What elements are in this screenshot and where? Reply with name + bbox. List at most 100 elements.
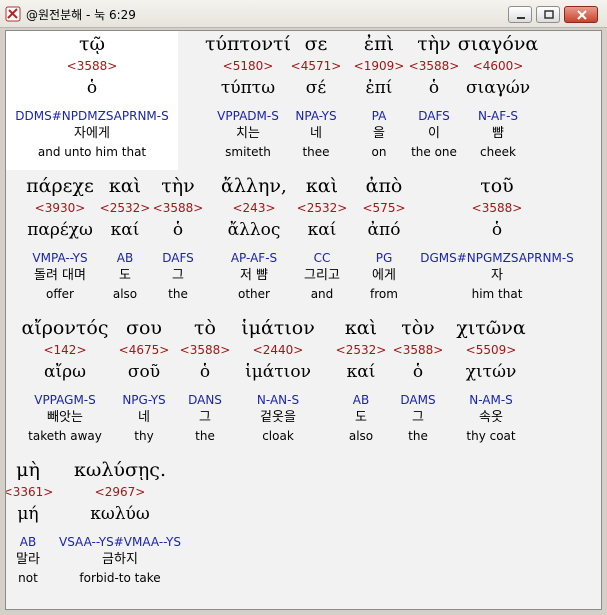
greek-word: σε bbox=[304, 33, 328, 55]
korean-gloss: 도 bbox=[119, 268, 131, 283]
english-gloss: thy bbox=[134, 429, 154, 443]
word-block[interactable]: κωλύσῃς. <2967> κωλύω VSAA--YS#VMAA--YS 금하지 f… bbox=[59, 457, 181, 587]
english-gloss: not bbox=[18, 571, 38, 585]
greek-word: τύπτοντί bbox=[204, 33, 292, 55]
lemma-word: κωλύω bbox=[90, 504, 150, 524]
parse-code: N-AF-S bbox=[477, 109, 519, 123]
parse-code: DDMS#NPDMZSAPRNM-S bbox=[15, 109, 169, 123]
lemma-word: ὁ bbox=[412, 362, 424, 382]
english-gloss: also bbox=[348, 429, 374, 443]
lemma-word: σέ bbox=[305, 78, 327, 98]
word-block[interactable]: τὸν <3588> ὁ DAMS 그 the bbox=[393, 315, 444, 445]
word-block[interactable]: τὴν <3588> ὁ DAFS 그 the bbox=[153, 173, 204, 303]
lemma-word: ὁ bbox=[199, 362, 211, 382]
word-block[interactable]: καὶ <2532> καί AB 도 also bbox=[100, 173, 151, 303]
word-block[interactable]: τοῦ <3588> ὁ DGMS#NPGMZSAPRNM-S 자 him that bbox=[420, 173, 574, 303]
english-gloss: offer bbox=[46, 287, 74, 301]
lemma-word: καί bbox=[110, 220, 140, 240]
parse-code: AB bbox=[19, 535, 37, 549]
strong-number: <4571> bbox=[290, 59, 342, 73]
word-block[interactable]: χιτῶνα <5509> χιτών N-AM-S 속옷 thy coat bbox=[456, 315, 525, 445]
english-gloss: from bbox=[370, 287, 398, 301]
korean-gloss: 에게 bbox=[372, 268, 396, 283]
parse-code: PA bbox=[371, 109, 387, 123]
word-block[interactable]: πάρεχε <3930> παρέχω VMPA--YS 돌려 대며 offer bbox=[26, 173, 94, 303]
parse-code: VPPAGM-S bbox=[34, 393, 96, 407]
korean-gloss: 자에게 bbox=[74, 126, 110, 141]
lemma-word: σοῦ bbox=[127, 362, 161, 382]
english-gloss: the one bbox=[411, 145, 457, 159]
word-block[interactable]: τὴν <3588> ὁ DAFS 이 the one bbox=[409, 31, 460, 161]
greek-word: κωλύσῃς. bbox=[73, 459, 166, 481]
word-block[interactable]: καὶ <2532> καί AB 도 also bbox=[336, 315, 387, 445]
parse-code: VSAA--YS#VMAA--YS bbox=[58, 535, 182, 549]
strong-number: <1909> bbox=[353, 59, 405, 73]
maximize-button[interactable] bbox=[536, 6, 560, 23]
strong-number: <4675> bbox=[118, 343, 170, 357]
close-button[interactable] bbox=[564, 6, 598, 23]
word-block[interactable]: ἐπὶ <1909> ἐπί PA 을 on bbox=[354, 31, 405, 161]
word-block[interactable]: ἀπὸ <575> ἀπό PG 에게 from bbox=[362, 173, 405, 303]
greek-word: καὶ bbox=[305, 175, 339, 197]
word-block[interactable]: μὴ <3361> μή AB 말라 not bbox=[6, 457, 53, 587]
korean-gloss: 네 bbox=[310, 126, 322, 141]
lemma-word: καί bbox=[346, 362, 376, 382]
word-block[interactable]: αἴροντός <142> αἴρω VPPAGM-S 빼앗는 taketh away bbox=[21, 315, 108, 445]
lemma-word: ὁ bbox=[172, 220, 184, 240]
english-gloss: smiteth bbox=[225, 145, 271, 159]
lemma-word: τύπτω bbox=[220, 78, 276, 98]
strong-number: <5509> bbox=[465, 343, 517, 357]
maximize-icon bbox=[544, 10, 554, 19]
english-gloss: the bbox=[195, 429, 215, 443]
strong-number: <243> bbox=[232, 201, 276, 215]
greek-word: πάρεχε bbox=[26, 175, 94, 197]
lemma-word: παρέχω bbox=[27, 220, 93, 240]
lemma-word: αἴρω bbox=[43, 362, 86, 382]
strong-number: <4600> bbox=[472, 59, 524, 73]
korean-gloss: 도 bbox=[355, 410, 367, 425]
strong-number: <2532> bbox=[335, 343, 387, 357]
title-bar[interactable]: @원전분해 - 눅 6:29 bbox=[0, 0, 607, 28]
english-gloss: on bbox=[371, 145, 387, 159]
greek-word: ἐπὶ bbox=[363, 33, 395, 55]
lemma-word: ἐπί bbox=[365, 78, 393, 98]
greek-word: τῷ bbox=[78, 33, 105, 55]
english-gloss: also bbox=[112, 287, 138, 301]
parse-code: AP-AF-S bbox=[230, 251, 278, 265]
english-gloss: him that bbox=[471, 287, 523, 301]
app-logo-icon bbox=[5, 6, 21, 22]
interlinear-panel[interactable]: τῷ <3588> ὁ DDMS#NPDMZSAPRNM-S 자에게 and unto h… bbox=[5, 30, 602, 610]
word-block[interactable]: σε <4571> σέ NPA-YS 네 thee bbox=[291, 31, 342, 161]
korean-gloss: 치는 bbox=[236, 126, 260, 141]
word-block[interactable]: τῷ <3588> ὁ DDMS#NPDMZSAPRNM-S 자에게 and unto h… bbox=[15, 31, 168, 161]
english-gloss: thy coat bbox=[466, 429, 516, 443]
strong-number: <3588> bbox=[179, 343, 231, 357]
greek-word: ἄλλην, bbox=[221, 175, 287, 197]
parse-code: VMPA--YS bbox=[32, 251, 88, 265]
word-block[interactable]: καὶ <2532> καί CC 그리고 and bbox=[297, 173, 348, 303]
english-gloss: taketh away bbox=[28, 429, 102, 443]
korean-gloss: 네 bbox=[138, 410, 150, 425]
english-gloss: and bbox=[310, 287, 334, 301]
word-block[interactable]: σιαγόνα <4600> σιαγών N-AF-S 뺨 cheek bbox=[458, 31, 538, 161]
word-block[interactable]: τύπτοντί <5180> τύπτω VPPADM-S 치는 smiteth bbox=[205, 31, 291, 161]
lemma-word: σιαγών bbox=[465, 78, 531, 98]
word-block[interactable]: σου <4675> σοῦ NPG-YS 네 thy bbox=[119, 315, 170, 445]
parse-code: N-AM-S bbox=[469, 393, 513, 407]
strong-number: <3588> bbox=[66, 59, 118, 73]
parse-code: CC bbox=[313, 251, 331, 265]
english-gloss: the bbox=[168, 287, 188, 301]
strong-number: <3588> bbox=[392, 343, 444, 357]
lemma-word: μή bbox=[17, 504, 39, 524]
korean-gloss: 자 bbox=[491, 268, 503, 283]
word-block[interactable]: ἄλλην, <243> ἄλλος AP-AF-S 저 뺨 other bbox=[221, 173, 287, 303]
lemma-word: ἱμάτιον bbox=[245, 362, 311, 382]
word-block[interactable]: τὸ <3588> ὁ DANS 그 the bbox=[180, 315, 231, 445]
word-block[interactable]: ἱμάτιον <2440> ἱμάτιον N-AN-S 겉옷을 cloak bbox=[241, 315, 315, 445]
strong-number: <3588> bbox=[408, 59, 460, 73]
close-icon bbox=[577, 10, 587, 20]
korean-gloss: 그 bbox=[172, 268, 184, 283]
parse-code: AB bbox=[116, 251, 134, 265]
minimize-button[interactable] bbox=[508, 6, 532, 23]
strong-number: <2440> bbox=[252, 343, 304, 357]
